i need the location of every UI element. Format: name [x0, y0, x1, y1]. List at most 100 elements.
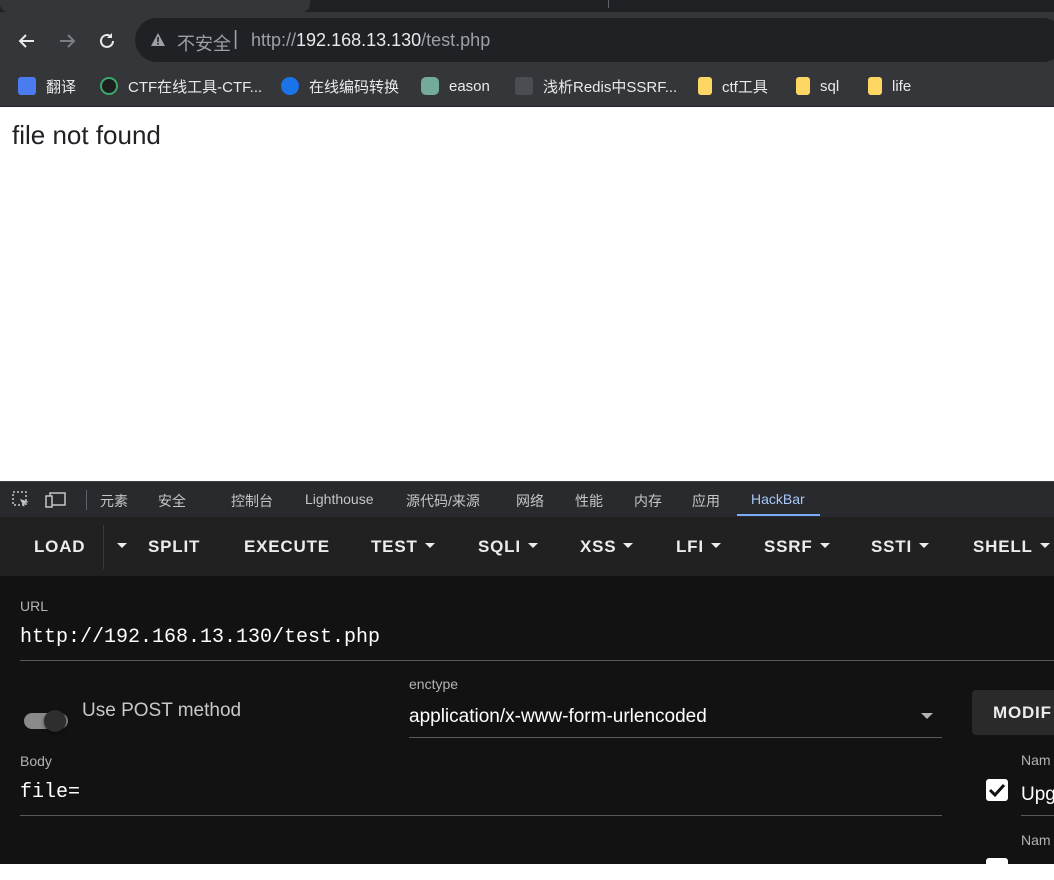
enctype-select[interactable]: application/x-www-form-urlencoded — [409, 706, 707, 728]
chevron-down-icon — [919, 543, 929, 549]
sqli-label: SQLI — [478, 537, 521, 556]
body-underline — [20, 815, 942, 816]
dropdown-arrow-icon[interactable] — [920, 712, 934, 720]
load-button[interactable]: LOAD — [34, 537, 85, 557]
url-input[interactable]: http://192.168.13.130/test.php — [20, 626, 380, 649]
bookmark-folder-life[interactable]: life — [868, 75, 911, 97]
omnibox-divider: | — [233, 28, 239, 50]
menu-separator — [103, 525, 104, 569]
test-menu[interactable]: TEST — [371, 537, 435, 557]
folder-icon — [796, 77, 810, 95]
devtools-separator — [86, 490, 87, 510]
bookmarks-bar: 翻译 CTF在线工具-CTF... 在线编码转换 eason 浅析Redis中S… — [0, 67, 1054, 107]
bookmark-encode-convert[interactable]: 在线编码转换 — [281, 75, 399, 97]
shell-menu[interactable]: SHELL — [973, 537, 1050, 557]
bookmark-label: ctf工具 — [722, 78, 768, 96]
bookmark-ctf-tools[interactable]: CTF在线工具-CTF... — [100, 75, 262, 97]
url-path: /test.php — [421, 30, 491, 50]
body-label: Body — [20, 753, 52, 769]
article-icon — [515, 77, 533, 95]
execute-button[interactable]: EXECUTE — [244, 537, 330, 557]
chevron-down-icon — [710, 543, 721, 549]
tab-console[interactable]: 控制台 — [231, 491, 273, 511]
folder-icon — [868, 77, 882, 95]
ssti-menu[interactable]: SSTI — [871, 537, 929, 557]
insecure-label[interactable]: 不安全 — [177, 30, 231, 56]
url-host: 192.168.13.130 — [296, 30, 422, 50]
bookmark-folder-sql[interactable]: sql — [796, 75, 839, 97]
tab-elements[interactable]: 元素 — [100, 491, 128, 511]
header-enabled-checkbox[interactable] — [986, 858, 1008, 880]
header-name-label: Nam — [1021, 752, 1051, 768]
xss-label: XSS — [580, 537, 617, 556]
header-value-input[interactable]: Upg — [1021, 784, 1054, 806]
device-toolbar-icon[interactable] — [45, 490, 67, 510]
xss-menu[interactable]: XSS — [580, 537, 634, 557]
chevron-down-icon — [117, 543, 127, 549]
bookmark-redis-ssrf[interactable]: 浅析Redis中SSRF... — [515, 75, 677, 97]
inspect-element-icon[interactable] — [11, 490, 31, 510]
tab-security[interactable]: 安全 — [158, 491, 186, 511]
bookmark-label: sql — [820, 77, 840, 95]
tab-hackbar[interactable]: HackBar — [751, 491, 805, 507]
bookmark-label: 翻译 — [46, 78, 77, 96]
test-label: TEST — [371, 537, 418, 556]
chevron-down-icon — [527, 543, 538, 549]
bookmark-translate[interactable]: 翻译 — [18, 75, 76, 97]
bookmark-label: 在线编码转换 — [309, 78, 400, 96]
browser-toolbar: 不安全 | http://192.168.13.130/test.php — [0, 12, 1054, 67]
bookmark-label: life — [892, 77, 912, 95]
post-method-label[interactable]: Use POST method — [82, 700, 241, 722]
tab-network[interactable]: 网络 — [516, 491, 544, 511]
back-button[interactable] — [12, 26, 42, 56]
ssrf-label: SSRF — [764, 537, 813, 556]
chatgpt-icon — [421, 77, 439, 95]
hackbar-body: URL http://192.168.13.130/test.php Use P… — [0, 576, 1054, 880]
tab-memory[interactable]: 内存 — [634, 491, 662, 511]
bookmark-label: eason — [449, 77, 490, 95]
tab-sources[interactable]: 源代码/来源 — [406, 491, 480, 511]
forward-arrow-icon — [60, 34, 76, 48]
modify-header-button[interactable]: MODIF — [972, 690, 1054, 735]
translate-icon — [18, 77, 36, 95]
folder-icon — [698, 77, 712, 95]
devtools-tab-bar: 元素 安全 控制台 Lighthouse 源代码/来源 网络 性能 内存 应用 … — [0, 481, 1054, 517]
active-tab[interactable] — [0, 0, 310, 12]
lfi-menu[interactable]: LFI — [676, 537, 721, 557]
bookmark-eason[interactable]: eason — [421, 75, 490, 97]
checkmark-icon — [988, 783, 1006, 798]
post-toggle-knob[interactable] — [44, 710, 66, 732]
url-label: URL — [20, 598, 49, 614]
hackbar-menu: LOAD SPLIT EXECUTE TEST SQLI XSS LFI SSR… — [0, 517, 1054, 576]
reload-button[interactable] — [92, 26, 122, 56]
modify-label: MODIF — [993, 703, 1052, 722]
body-input[interactable]: file= — [20, 781, 80, 804]
tab-performance[interactable]: 性能 — [575, 491, 603, 511]
header-underline — [1021, 815, 1054, 816]
url-text[interactable]: http://192.168.13.130/test.php — [251, 30, 490, 51]
shell-label: SHELL — [973, 537, 1033, 556]
forward-button[interactable] — [52, 26, 82, 56]
sqli-menu[interactable]: SQLI — [478, 537, 538, 557]
tab-application[interactable]: 应用 — [692, 491, 720, 511]
address-bar[interactable]: 不安全 | http://192.168.13.130/test.php — [135, 18, 1054, 62]
enctype-label: enctype — [409, 676, 459, 692]
page-message: file not found — [12, 120, 161, 150]
tab-lighthouse[interactable]: Lighthouse — [305, 491, 374, 507]
warning-icon[interactable] — [150, 32, 166, 47]
enctype-underline — [409, 737, 942, 738]
load-dropdown-button[interactable] — [110, 537, 127, 557]
url-underline — [20, 660, 1054, 661]
lfi-label: LFI — [676, 537, 704, 556]
chevron-down-icon — [424, 543, 435, 549]
ssrf-menu[interactable]: SSRF — [764, 537, 830, 557]
bookmark-label: 浅析Redis中SSRF... — [543, 78, 678, 96]
split-button[interactable]: SPLIT — [148, 537, 200, 557]
active-tab-indicator — [737, 514, 820, 516]
chevron-down-icon — [1039, 543, 1050, 549]
header-enabled-checkbox[interactable] — [986, 779, 1008, 801]
chevron-down-icon — [623, 543, 634, 549]
back-arrow-icon — [18, 34, 34, 48]
bookmark-folder-ctf-tools[interactable]: ctf工具 — [698, 75, 768, 97]
tab-separator — [608, 0, 609, 8]
